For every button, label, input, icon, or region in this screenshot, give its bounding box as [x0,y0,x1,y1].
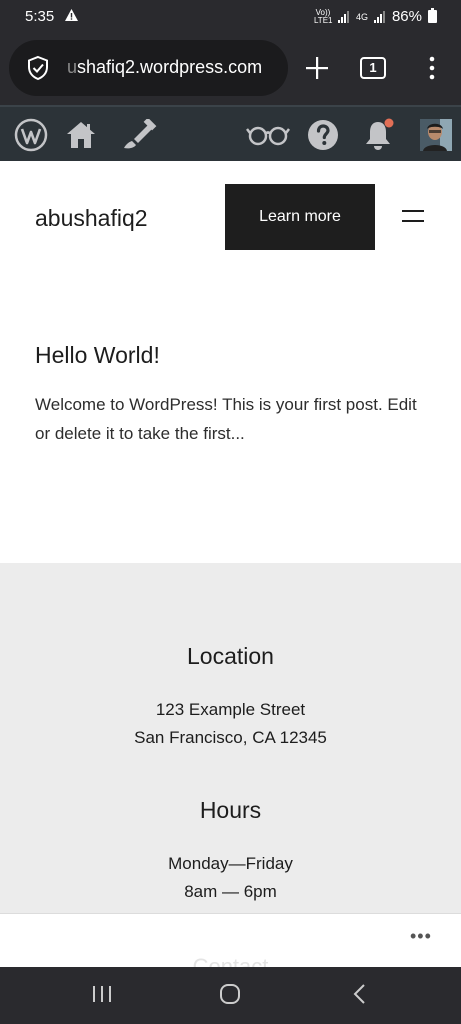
site-security-icon[interactable] [25,55,51,86]
signal-icon-2 [373,10,385,23]
contact-heading-partial: Contact [192,954,269,967]
home-button-icon[interactable] [218,982,242,1011]
reader-glasses-icon[interactable] [245,117,291,153]
signal-icon [337,10,349,23]
hours-line-2: 8am — 6pm [184,882,277,901]
address-line-1: 123 Example Street [155,700,306,719]
network-type: 4G [355,11,368,22]
help-icon[interactable] [305,117,341,153]
battery-icon [428,8,437,23]
hours-heading: Hours [199,797,262,823]
notification-dot [384,118,394,128]
status-time: 5:35 [25,8,55,25]
notifications-bell-icon[interactable] [360,117,396,153]
warning-icon [64,8,79,27]
page-content: abushafiq2 Learn more Hello World! Welco… [0,161,461,915]
browser-toolbar: ushafiq2.wordpress.com 1 [0,35,461,103]
user-avatar[interactable] [420,117,452,153]
location-heading: Location [187,643,274,669]
hours-line-1: Monday—Friday [168,854,293,873]
battery-percent: 86% [391,8,422,25]
browser-menu-button[interactable] [420,53,444,83]
menu-hamburger-icon[interactable] [402,210,424,224]
status-indicators: Vo)) LTE1 4G 86% [314,8,437,25]
wp-admin-bar [0,105,461,161]
more-options-button[interactable]: ••• [410,926,432,947]
url-domain: shafiq2.wordpress.com [77,57,263,77]
status-bar: 5:35 Vo)) LTE1 4G 86% [0,0,461,35]
learn-more-button[interactable]: Learn more [225,184,375,250]
site-title[interactable]: abushafiq2 [35,205,148,232]
tab-count: 1 [369,60,377,75]
volte-indicator: Vo)) LTE1 [313,7,333,25]
url-faded-prefix: u [67,57,78,77]
system-nav-bar [0,967,461,1024]
post-title[interactable]: Hello World! [35,342,160,369]
recent-apps-icon[interactable] [90,982,114,1011]
home-icon[interactable] [63,117,99,153]
customize-brush-icon[interactable] [119,117,159,153]
footer-info-section: Location 123 Example Street San Francisc… [0,563,461,915]
address-bar[interactable]: ushafiq2.wordpress.com [9,40,288,96]
post-excerpt: Welcome to WordPress! This is your first… [35,395,417,443]
new-tab-button[interactable] [302,53,332,83]
wordpress-icon[interactable] [13,117,49,153]
address-line-2: San Francisco, CA 12345 [134,728,327,747]
back-icon[interactable] [348,982,372,1011]
tab-switcher-button[interactable]: 1 [360,57,386,79]
bottom-sheet: Contact ••• [0,913,461,967]
url-text[interactable]: ushafiq2.wordpress.com [67,57,262,78]
